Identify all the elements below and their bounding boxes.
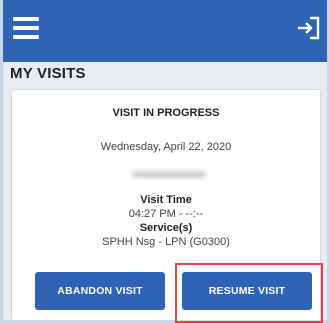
my-visits-page: MY VISITS VISIT IN PROGRESS Wednesday, A… (3, 62, 327, 323)
resume-visit-button[interactable]: RESUME VISIT (182, 272, 312, 310)
page-title: MY VISITS (10, 65, 86, 82)
service-value: SPHH Nsg - LPN (G0300) (102, 236, 230, 248)
visit-date: Wednesday, April 22, 2020 (100, 141, 232, 153)
abandon-visit-button[interactable]: ABANDON VISIT (35, 272, 165, 310)
visit-status-heading: VISIT IN PROGRESS (112, 107, 220, 119)
logout-icon[interactable] (295, 15, 321, 41)
hamburger-menu-icon[interactable] (13, 17, 39, 39)
top-app-bar (3, 0, 327, 62)
services-label: Service(s) (139, 222, 193, 234)
visit-time-value: 04:27 PM - --:-- (128, 208, 204, 220)
redacted-client-name (132, 171, 206, 178)
visit-time-label: Visit Time (140, 194, 192, 206)
